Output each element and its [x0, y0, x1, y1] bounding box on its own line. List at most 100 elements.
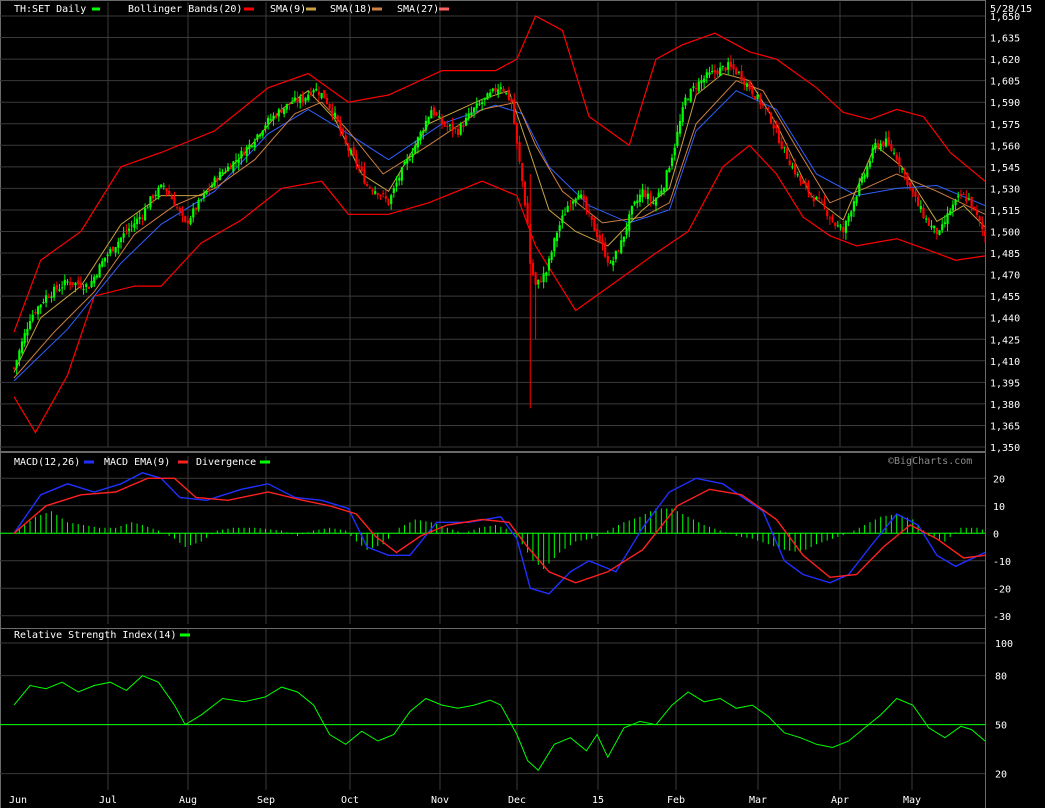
candle-body	[676, 132, 679, 146]
candle-body	[12, 367, 16, 369]
candle-body	[114, 247, 117, 253]
candle-body	[467, 113, 470, 118]
candle-body	[430, 110, 433, 119]
candle-body	[331, 108, 334, 116]
candle-body	[668, 167, 671, 173]
candle-body	[927, 218, 930, 226]
candle-body	[411, 153, 414, 158]
candle-body	[349, 150, 353, 154]
candle-body	[154, 194, 157, 196]
candle-body	[852, 201, 856, 212]
candle-body	[713, 70, 716, 73]
candle-body	[416, 137, 420, 148]
candle-body	[237, 159, 240, 164]
candle-body	[77, 280, 80, 285]
price-tick-label: 1,500	[990, 228, 1020, 239]
candle-body	[443, 122, 446, 126]
candle-body	[157, 187, 160, 197]
candle-body	[644, 189, 647, 198]
candle-body	[890, 144, 893, 151]
candle-body	[218, 171, 222, 181]
candle-body	[119, 237, 123, 243]
rsi-tick-label: 50	[995, 721, 1007, 732]
candle-body	[903, 171, 906, 175]
candle-body	[686, 99, 690, 101]
candle-body	[63, 279, 66, 286]
candle-body	[724, 67, 727, 71]
candle-body	[911, 188, 914, 193]
candle-body	[574, 198, 577, 203]
candle-body	[248, 144, 251, 150]
candle-body	[823, 201, 826, 208]
candle-body	[494, 87, 497, 92]
candle-body	[874, 142, 877, 150]
candle-body	[87, 286, 90, 289]
candle-body	[491, 88, 494, 92]
candle-body	[213, 177, 216, 186]
candle-body	[499, 87, 502, 90]
candle-body	[93, 276, 96, 284]
candle-body	[518, 142, 521, 162]
candle-body	[716, 70, 719, 75]
bollinger-upper-line	[13, 15, 986, 333]
price-tick-label: 1,470	[990, 271, 1020, 282]
candle-body	[510, 98, 513, 103]
candle-body	[253, 141, 256, 148]
candle-body	[558, 225, 561, 231]
candle-body	[414, 145, 417, 154]
candle-body	[232, 161, 235, 172]
candle-body	[328, 103, 331, 109]
candle-body	[210, 185, 214, 188]
candle-body	[224, 171, 227, 173]
candle-body	[743, 78, 746, 85]
candle-body	[197, 199, 200, 210]
candle-body	[973, 206, 976, 209]
price-tick-label: 1,395	[990, 378, 1020, 389]
candle-body	[563, 214, 567, 216]
candle-body	[240, 150, 243, 159]
candle-body	[173, 197, 176, 206]
macd-legend-label: MACD(12,26)	[14, 457, 80, 468]
candle-body	[406, 158, 409, 164]
x-tick-label: Oct	[341, 795, 359, 806]
x-tick-label: May	[903, 795, 921, 806]
sma18-legend-label: SMA(18)	[330, 4, 372, 15]
candle-body	[315, 88, 318, 91]
candle-body	[143, 208, 147, 221]
candle-body	[28, 320, 32, 330]
candle-body	[526, 202, 529, 225]
candle-body	[545, 272, 548, 276]
candle-body	[588, 210, 591, 213]
candle-body	[82, 289, 85, 291]
candle-body	[933, 225, 936, 229]
candle-body	[654, 198, 658, 206]
candle-body	[15, 360, 18, 369]
candle-body	[250, 145, 254, 147]
price-tick-label: 1,530	[990, 184, 1020, 195]
candle-body	[844, 220, 848, 233]
candle-body	[625, 228, 628, 235]
candle-body	[550, 251, 553, 261]
candle-body	[633, 201, 636, 205]
candle-body	[818, 197, 821, 199]
candle-body	[293, 97, 296, 102]
candle-body	[753, 96, 757, 100]
candle-body	[130, 225, 133, 227]
candle-body	[708, 72, 711, 76]
macd-tick-label: 0	[993, 529, 999, 540]
candle-body	[440, 118, 444, 125]
candle-body	[967, 198, 971, 200]
price-tick-label: 1,605	[990, 77, 1020, 88]
candle-body	[585, 198, 588, 211]
candle-body	[226, 166, 230, 172]
candle-body	[826, 209, 829, 217]
candle-body	[577, 195, 580, 200]
candle-body	[103, 257, 107, 262]
candle-body	[277, 109, 280, 117]
candle-body	[957, 195, 960, 198]
candle-body	[111, 246, 115, 252]
macd-tick-label: -20	[993, 584, 1011, 595]
candle-body	[649, 193, 652, 201]
price-tick-label: 1,365	[990, 421, 1020, 432]
candle-body	[571, 201, 575, 204]
